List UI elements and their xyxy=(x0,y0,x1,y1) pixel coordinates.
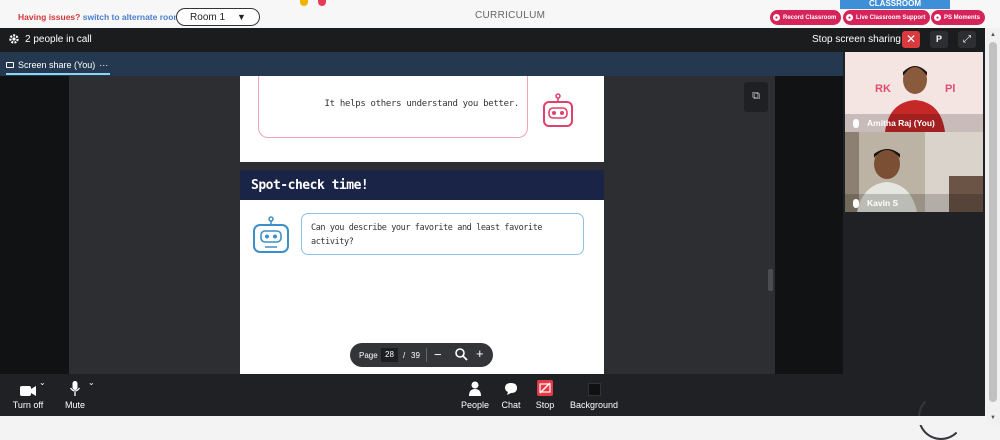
tab-screen-share[interactable]: Screen share (You) ··· xyxy=(6,56,111,75)
camera-button-label: Turn off xyxy=(12,400,44,410)
gear-icon[interactable] xyxy=(8,33,20,45)
top-bar: Having issues? switch to alternate room … xyxy=(0,0,1000,28)
chevron-down-icon[interactable]: ⌄ xyxy=(39,378,46,387)
robot-icon xyxy=(543,93,573,127)
record-icon: ● xyxy=(773,14,780,21)
stop-share-button[interactable]: Stop xyxy=(532,380,558,410)
ps-moments-label: PS Moments xyxy=(944,14,981,21)
p-button[interactable]: P xyxy=(930,31,948,48)
classroom-tab[interactable]: CLASSROOM xyxy=(840,0,950,9)
background-icon xyxy=(587,383,601,396)
screen-share-icon xyxy=(6,61,14,68)
moments-icon: ● xyxy=(934,14,941,21)
record-classroom-button[interactable]: ● Record Classroom xyxy=(770,10,842,25)
page-navigator: Page 28 / 39 − + xyxy=(350,343,493,367)
decor-red xyxy=(318,0,326,6)
people-count: 2 people in call xyxy=(25,34,92,45)
participant-name-bar: Amitha Raj (You) xyxy=(853,118,935,128)
switch-room-link[interactable]: switch to alternate room xyxy=(83,12,181,22)
video-camera-icon xyxy=(20,386,36,396)
participant-tile[interactable]: Kavin S xyxy=(845,132,983,212)
stop-share-label: Stop xyxy=(535,400,555,410)
scroll-up-icon[interactable]: ▲ xyxy=(990,32,996,38)
person-icon xyxy=(469,381,481,396)
page-label: Page xyxy=(359,351,378,360)
curriculum-title: CURRICULUM xyxy=(475,10,546,21)
ps-moments-button[interactable]: ● PS Moments xyxy=(931,10,986,25)
participant-name-bar: Kavin S xyxy=(853,198,898,208)
scroll-down-icon[interactable]: ▼ xyxy=(990,415,996,421)
issues-label: Having issues? xyxy=(18,12,81,22)
background-button[interactable]: Background xyxy=(566,380,622,410)
page-number-input[interactable]: 28 xyxy=(381,348,398,362)
room-select-value: Room 1 xyxy=(190,11,226,23)
speech-bubble: It helps others understand you better. xyxy=(258,76,528,138)
page-bottom-strip xyxy=(0,416,986,425)
microphone-icon xyxy=(70,381,80,396)
zoom-in-button[interactable]: + xyxy=(476,346,484,361)
people-button[interactable]: People xyxy=(458,380,492,410)
slide-page-previous: It helps others understand you better. xyxy=(240,76,604,162)
stop-sharing-label: Stop screen sharing xyxy=(812,34,901,45)
bubble-text: It helps others understand you better. xyxy=(324,99,519,109)
shared-screen-stage: It helps others understand you better. S… xyxy=(0,76,843,374)
zoom-out-button[interactable]: − xyxy=(434,347,442,362)
chat-button-label: Chat xyxy=(501,400,521,410)
page-scrollbar-thumb[interactable] xyxy=(989,42,997,402)
expand-icon[interactable]: ⤢ xyxy=(958,31,976,48)
call-controls: Turn off ⌄ Mute ⌄ People Chat Stop Backg… xyxy=(0,374,985,440)
live-support-label: Live Classroom Support xyxy=(856,14,926,21)
robot-icon xyxy=(253,216,289,253)
svg-text:RK: RK xyxy=(875,83,891,95)
participant-name: Kavin S xyxy=(867,198,899,208)
call-window: 2 people in call Stop screen sharing ✕ P… xyxy=(0,28,985,440)
chat-button[interactable]: Chat xyxy=(498,380,524,410)
page-separator: / xyxy=(403,351,406,360)
caret-down-icon: ▼ xyxy=(237,12,246,22)
svg-text:Pl: Pl xyxy=(945,83,955,95)
slide-heading: Spot-check time! xyxy=(240,170,604,200)
page-scrollbar[interactable]: ▲ ▼ xyxy=(986,28,1000,425)
participant-name: Amitha Raj (You) xyxy=(867,118,935,128)
bubble-text: Can you describe your favorite and least… xyxy=(311,223,543,247)
support-icon: ● xyxy=(846,14,853,21)
speech-bubble: Can you describe your favorite and least… xyxy=(301,213,584,255)
search-icon[interactable] xyxy=(454,347,468,361)
live-support-button[interactable]: ● Live Classroom Support xyxy=(843,10,931,25)
viewer-scrollbar[interactable] xyxy=(768,269,773,291)
tab-screen-share-label: Screen share (You) xyxy=(18,59,96,70)
chat-icon xyxy=(505,383,517,395)
tab-bar: Screen share (You) ··· xyxy=(0,52,843,76)
people-button-label: People xyxy=(460,400,490,410)
participant-tile[interactable]: RK Pl Amitha Raj (You) xyxy=(845,52,983,132)
chevron-down-icon[interactable]: ⌄ xyxy=(88,378,95,387)
stop-sharing-button[interactable]: ✕ xyxy=(902,31,920,48)
background-button-label: Background xyxy=(569,400,619,410)
room-select[interactable]: Room 1 ▼ xyxy=(176,8,260,26)
decor-yellow xyxy=(300,0,308,6)
total-pages: 39 xyxy=(411,351,420,360)
microphone-icon xyxy=(853,198,859,208)
popout-icon[interactable]: ⧉ xyxy=(744,82,768,112)
call-header: 2 people in call Stop screen sharing ✕ P… xyxy=(0,28,985,52)
mute-button[interactable]: Mute xyxy=(60,380,90,410)
record-classroom-label: Record Classroom xyxy=(783,14,837,21)
divider xyxy=(426,348,427,362)
issues-notice: Having issues? switch to alternate room xyxy=(18,12,181,22)
mute-button-label: Mute xyxy=(64,400,85,410)
more-options-icon[interactable]: ··· xyxy=(99,60,108,70)
microphone-icon xyxy=(853,118,859,128)
stop-share-icon xyxy=(537,380,553,396)
